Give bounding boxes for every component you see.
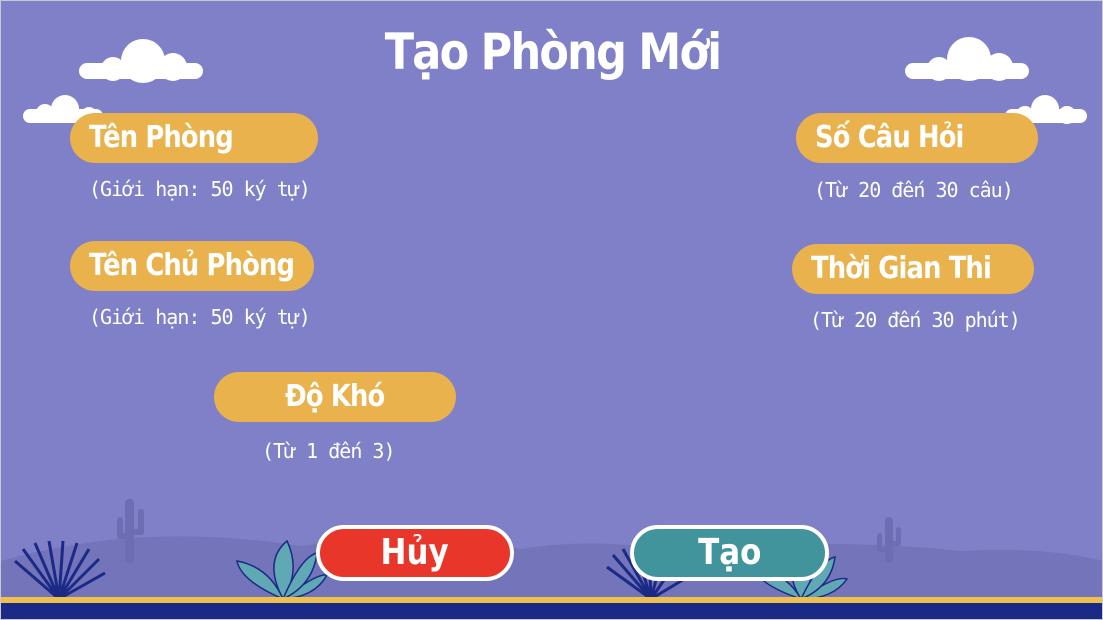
difficulty-hint: (Từ 1 đến 3) <box>262 439 395 463</box>
difficulty-field[interactable]: Độ Khó <box>214 372 456 422</box>
room-name-hint: (Giới hạn: 50 ký tự) <box>89 177 311 201</box>
exam-time-label: Thời Gian Thi <box>811 251 992 286</box>
question-count-hint: (Từ 20 đến 30 câu) <box>814 178 1014 202</box>
difficulty-label: Độ Khó <box>285 379 385 414</box>
host-name-hint: (Giới hạn: 50 ký tự) <box>89 305 311 329</box>
room-name-field[interactable]: Tên Phòng <box>70 113 318 163</box>
create-button-label: Tạo <box>697 532 762 573</box>
create-room-screen: Tạo Phòng Mới Tên Phòng (Giới hạn: 50 ký… <box>0 0 1103 620</box>
exam-time-field[interactable]: Thời Gian Thi <box>792 244 1034 294</box>
cancel-button[interactable]: Hủy <box>316 525 514 581</box>
room-name-label: Tên Phòng <box>89 120 234 155</box>
page-title: Tạo Phòng Mới <box>384 23 722 81</box>
question-count-label: Số Câu Hỏi <box>815 120 964 155</box>
host-name-label: Tên Chủ Phòng <box>89 248 295 283</box>
cancel-button-label: Hủy <box>380 532 450 573</box>
exam-time-hint: (Từ 20 đến 30 phút) <box>810 308 1021 332</box>
question-count-field[interactable]: Số Câu Hỏi <box>796 113 1038 163</box>
create-button[interactable]: Tạo <box>630 525 829 581</box>
host-name-field[interactable]: Tên Chủ Phòng <box>70 241 314 291</box>
